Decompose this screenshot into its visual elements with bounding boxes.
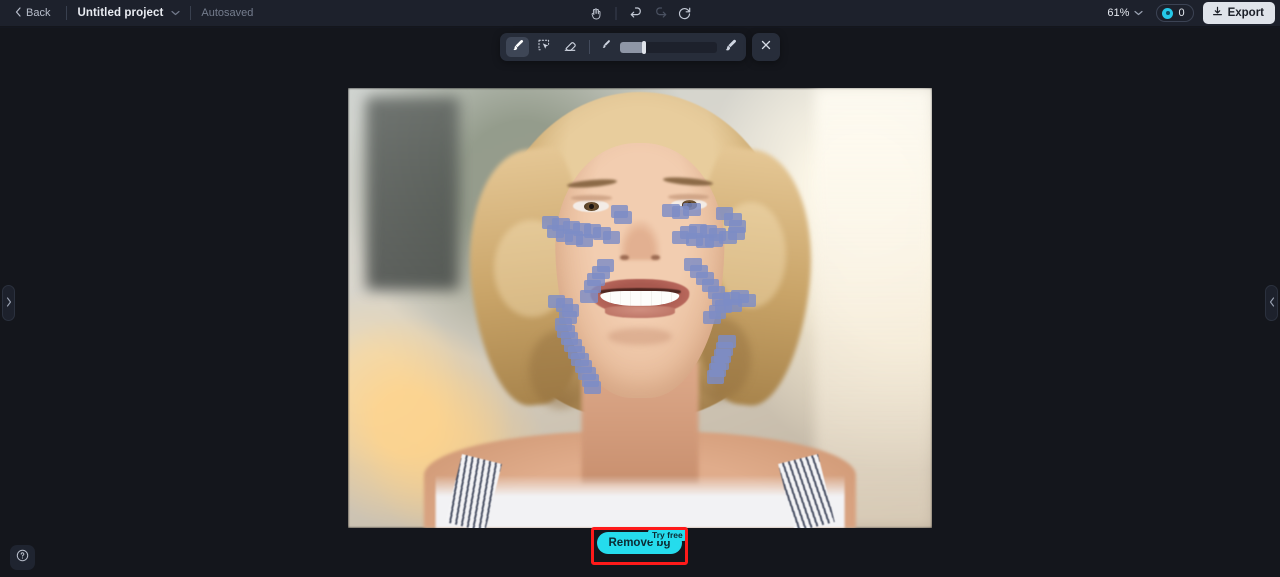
chevron-left-icon bbox=[14, 6, 22, 20]
brush-size-slider[interactable] bbox=[620, 40, 717, 54]
magic-select-tool[interactable] bbox=[532, 37, 555, 57]
editor-canvas[interactable] bbox=[0, 28, 1280, 577]
brush-size-control bbox=[598, 38, 740, 57]
hair-highlight bbox=[715, 202, 786, 308]
background-picture-frame bbox=[365, 96, 459, 291]
magic-cursor-icon bbox=[537, 38, 551, 57]
remove-bg-button[interactable]: Remove bg bbox=[597, 532, 682, 554]
eyelid-right bbox=[668, 194, 709, 200]
chevron-down-icon bbox=[1134, 7, 1144, 19]
header-center-divider bbox=[615, 6, 617, 20]
header-left-group: Back Untitled project Autosaved bbox=[0, 0, 253, 26]
iris-left bbox=[583, 201, 600, 212]
slider-fill bbox=[620, 41, 645, 53]
nose bbox=[619, 220, 661, 260]
remove-bg-label: Remove bg bbox=[608, 537, 671, 549]
brush-small-icon[interactable] bbox=[600, 38, 613, 56]
credit-coin-icon bbox=[1162, 7, 1174, 19]
header-divider-2 bbox=[190, 6, 192, 20]
chin-shadow bbox=[607, 327, 673, 346]
header-right-group: 61% 0 Export bbox=[1103, 0, 1275, 26]
brush-icon bbox=[511, 38, 525, 57]
slider-thumb[interactable] bbox=[642, 40, 647, 54]
chevron-down-icon[interactable] bbox=[171, 10, 181, 16]
photo-canvas-image[interactable] bbox=[348, 88, 932, 528]
header-divider-1 bbox=[66, 6, 68, 20]
download-icon bbox=[1212, 6, 1223, 20]
brush-toolbar bbox=[500, 33, 746, 61]
nostril-left bbox=[620, 255, 629, 260]
app-header: Back Untitled project Autosaved 61% 0 Ex… bbox=[0, 0, 1280, 27]
zoom-control[interactable]: 61% bbox=[1103, 5, 1147, 21]
zoom-level-label: 61% bbox=[1107, 7, 1130, 19]
export-button[interactable]: Export bbox=[1202, 2, 1275, 24]
back-button[interactable]: Back bbox=[8, 4, 56, 23]
brush-toolbar-wrapper bbox=[500, 33, 780, 61]
redo-icon[interactable] bbox=[650, 3, 672, 23]
iris-right bbox=[682, 200, 698, 210]
toolbar-divider bbox=[589, 40, 590, 54]
help-button[interactable] bbox=[10, 545, 35, 570]
question-circle-icon bbox=[16, 549, 29, 567]
credits-badge[interactable]: 0 bbox=[1156, 4, 1194, 22]
project-title[interactable]: Untitled project bbox=[77, 7, 163, 19]
nostril-right bbox=[651, 255, 660, 260]
chevron-left-icon bbox=[1269, 294, 1275, 312]
hand-pan-icon[interactable] bbox=[585, 3, 607, 23]
reset-icon[interactable] bbox=[674, 3, 696, 23]
close-toolbar-button[interactable] bbox=[752, 33, 780, 61]
header-center-tools bbox=[585, 0, 696, 26]
eraser-icon bbox=[563, 38, 577, 57]
brush-tool[interactable] bbox=[506, 37, 529, 57]
autosave-status: Autosaved bbox=[201, 7, 254, 19]
brush-large-icon[interactable] bbox=[724, 38, 738, 57]
chevron-right-icon bbox=[6, 294, 12, 312]
close-icon bbox=[760, 38, 772, 56]
export-label: Export bbox=[1227, 7, 1264, 19]
left-panel-toggle[interactable] bbox=[2, 284, 15, 321]
credits-count: 0 bbox=[1178, 7, 1185, 19]
eraser-tool[interactable] bbox=[558, 37, 581, 57]
right-panel-toggle[interactable] bbox=[1265, 284, 1278, 321]
back-label: Back bbox=[26, 7, 51, 19]
undo-icon[interactable] bbox=[626, 3, 648, 23]
